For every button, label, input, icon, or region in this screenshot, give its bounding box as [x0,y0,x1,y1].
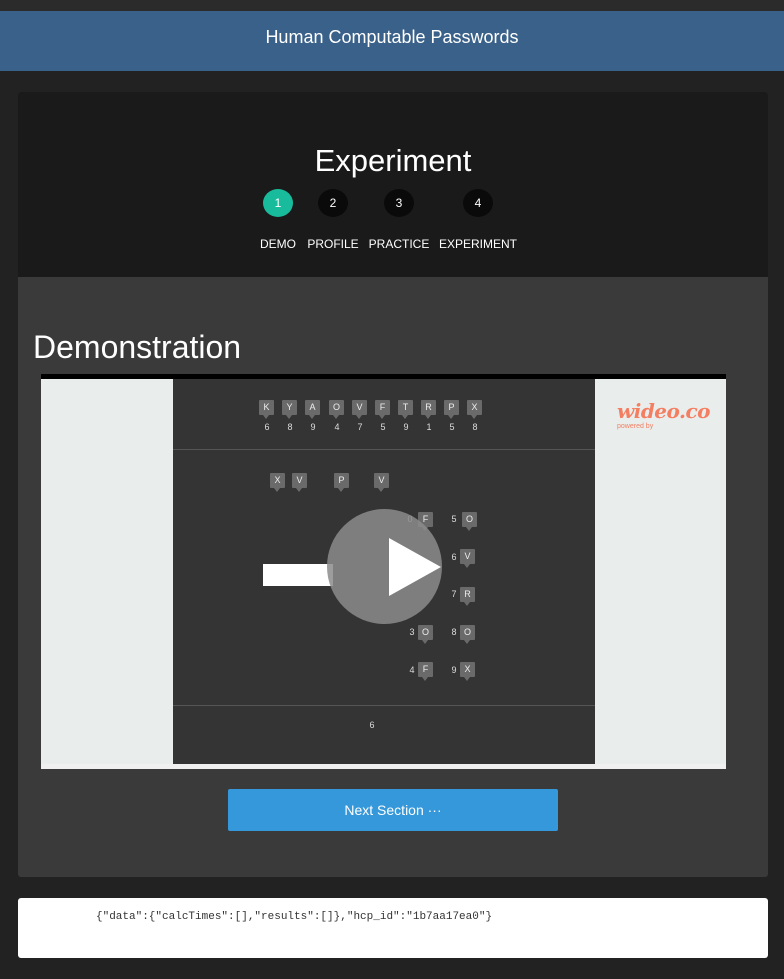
option-digit: 9 [451,665,457,675]
letter-tile: O [329,400,344,419]
letter-tile: R [421,400,436,419]
step-number: 3 [384,189,414,217]
letter-tile: A [305,400,320,419]
letter-tile: T [398,400,413,419]
digit-label: 4 [334,422,340,432]
option-digit: 5 [451,514,457,524]
step-label: EXPERIMENT [438,237,517,251]
letter-tile: X [467,400,482,419]
option-tile: O [418,625,433,644]
step-experiment[interactable]: 4 EXPERIMENT [423,189,533,251]
section-heading: Demonstration [33,329,242,365]
letter-tile: F [375,400,390,419]
query-tile: V [292,473,307,492]
video-right-margin: wideo.co powered by [595,379,726,764]
option-digit: 7 [451,589,457,599]
option-tile: V [460,549,475,568]
query-tile: P [334,473,349,492]
top-strip [0,0,784,11]
option-digit: 6 [451,552,457,562]
page-title: Experiment [314,143,472,178]
play-icon[interactable] [389,538,441,596]
option-digit: 4 [409,665,415,675]
wideo-tagline: powered by [617,423,654,430]
next-section-button[interactable]: Next Section ··· [228,789,558,831]
video-divider [173,449,595,450]
option-tile: X [460,662,475,681]
navbar: Human Computable Passwords [0,11,784,71]
letter-tile: K [259,400,274,419]
option-tile: F [418,662,433,681]
video-progress-strip [41,764,726,769]
query-tile: V [374,473,389,492]
wideo-logo: wideo.co [617,399,711,423]
json-output-box: {"data":{"calcTimes":[],"results":[]},"h… [18,898,768,958]
digit-label: 5 [449,422,455,432]
bottom-digit: 6 [369,720,375,730]
option-tile: O [460,625,475,644]
panel-header: Experiment 1 DEMO 2 PROFILE 3 PRACTICE 4… [18,92,768,277]
experiment-panel: Experiment 1 DEMO 2 PROFILE 3 PRACTICE 4… [18,92,768,877]
digit-label: 9 [403,422,409,432]
answer-field [263,564,333,586]
demo-video[interactable]: wideo.co powered by K Y A O V F T R P X … [41,374,726,769]
digit-label: 5 [380,422,386,432]
digit-label: 8 [472,422,478,432]
navbar-title[interactable]: Human Computable Passwords [265,27,518,47]
step-number: 4 [463,189,493,217]
digit-label: 6 [264,422,270,432]
letter-tile: Y [282,400,297,419]
option-tile: R [460,587,475,606]
json-output-text: {"data":{"calcTimes":[],"results":[]},"h… [96,911,493,923]
digit-label: 9 [310,422,316,432]
digit-label: 1 [426,422,432,432]
digit-label: 7 [357,422,363,432]
option-digit: 3 [409,627,415,637]
video-divider [173,705,595,706]
query-tile: X [270,473,285,492]
option-digit: 8 [451,627,457,637]
letter-tile: P [444,400,459,419]
video-left-margin [41,379,173,764]
digit-label: 8 [287,422,293,432]
letter-tile: V [352,400,367,419]
option-tile: O [462,512,477,531]
